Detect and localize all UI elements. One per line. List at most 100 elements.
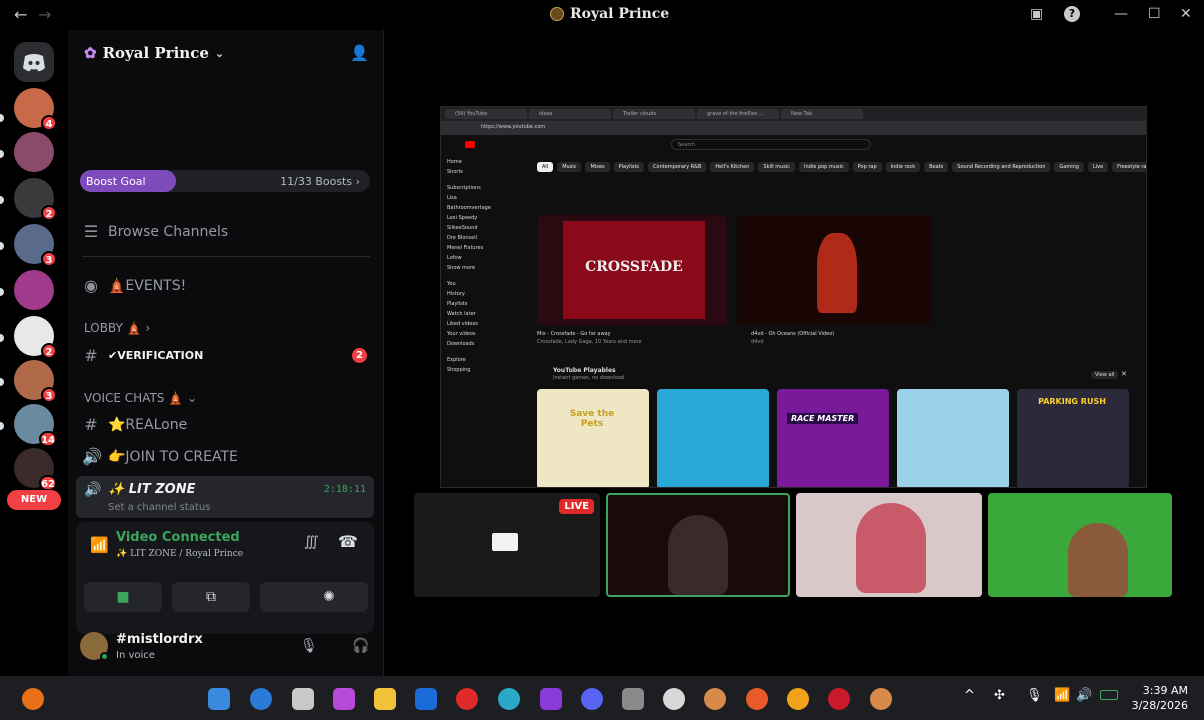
video-title[interactable]: d4vd - Oh Oceans (Official Video) (751, 331, 834, 337)
server-icon-tag[interactable]: 2 (14, 178, 57, 221)
stream-preview-tile[interactable]: LIVE (414, 493, 600, 597)
volume-icon[interactable]: 🔊 (1076, 688, 1092, 703)
youtube-search-box[interactable]: Search (671, 139, 871, 150)
discord-taskbar-icon[interactable] (581, 688, 603, 710)
yt-nav-item[interactable]: Lexi Speedy (447, 213, 523, 223)
chip[interactable]: Playlists (613, 162, 645, 172)
server-icon-portrait[interactable]: 3 (14, 360, 57, 403)
participant-tile[interactable] (606, 493, 790, 597)
yt-nav-item[interactable]: Shopping (447, 365, 523, 375)
dropbox-icon[interactable]: ✣ (994, 688, 1005, 703)
headphones-icon[interactable]: 🎧 (352, 638, 369, 654)
yt-nav-item[interactable]: Shorts (447, 167, 523, 177)
close-icon[interactable]: ✕ (1121, 370, 1127, 378)
yt-nav-item[interactable]: Dre Blonsell (447, 233, 523, 243)
browser-tab[interactable]: Trailer clouds (613, 109, 695, 119)
server-icon-person[interactable]: 62 (14, 448, 57, 491)
back-arrow-icon[interactable]: ← (14, 5, 27, 24)
video-thumbnail[interactable] (737, 215, 931, 325)
server-icon-mask[interactable]: 2 (14, 316, 57, 359)
game-tile[interactable]: RACE MASTER (777, 389, 889, 487)
server-icon-mascot[interactable] (14, 132, 54, 172)
start-icon[interactable] (208, 688, 230, 710)
yt-nav-item[interactable]: Your videos (447, 329, 523, 339)
browse-channels[interactable]: ☰ Browse Channels (82, 222, 228, 241)
disconnect-icon[interactable]: ☎ (338, 532, 358, 551)
forward-arrow-icon[interactable]: → (38, 5, 51, 24)
server-icon-headphones[interactable]: 3 (14, 224, 57, 267)
camera-app-icon[interactable] (622, 688, 644, 710)
clipchamp-icon[interactable] (540, 688, 562, 710)
chrome-icon[interactable] (787, 688, 809, 710)
channel-verification[interactable]: # ✔VERIFICATION (82, 346, 203, 365)
chip[interactable]: Live (1087, 162, 1109, 172)
chip[interactable]: Music (557, 162, 582, 172)
chip[interactable]: Pop rap (852, 162, 882, 172)
yt-nav-item[interactable]: Lofow (447, 253, 523, 263)
game-tile[interactable] (897, 389, 1009, 487)
help-icon[interactable]: ? (1064, 6, 1080, 22)
participant-tile[interactable] (988, 493, 1172, 597)
pet-app-icon[interactable] (870, 688, 892, 710)
opera-gx-icon[interactable] (828, 688, 850, 710)
wifi-icon[interactable]: 📶 (1054, 688, 1070, 703)
browser-tab[interactable]: New Tab (781, 109, 863, 119)
outlook-icon[interactable] (415, 688, 437, 710)
game-tile[interactable] (657, 389, 769, 487)
yt-nav-item[interactable]: You (447, 279, 523, 289)
file-explorer-icon[interactable] (374, 688, 396, 710)
channel-realone[interactable]: # ⭐REALone (82, 415, 187, 434)
channel-events[interactable]: ◉ 🛕EVENTS! (82, 276, 186, 295)
yt-nav-item[interactable]: Home (447, 157, 523, 167)
chip[interactable]: All (537, 162, 554, 172)
chip[interactable]: Beats (924, 162, 949, 172)
yt-nav-item[interactable]: Subscriptions (447, 183, 523, 193)
task-view-icon[interactable] (292, 688, 314, 710)
server-icon-avatar[interactable]: 4 (14, 88, 57, 131)
new-badge[interactable]: NEW (7, 490, 61, 510)
yt-nav-item[interactable]: Explore (447, 355, 523, 365)
server-icon-figure[interactable]: 14 (14, 404, 57, 447)
channel-lit-zone[interactable]: 🔊 ✨ LIT ZONE 2:18:11 Set a channel statu… (76, 476, 374, 518)
yt-nav-item[interactable]: Liked videos (447, 319, 523, 329)
yt-nav-item[interactable]: Lisa (447, 193, 523, 203)
maximize-icon[interactable]: ☐ (1148, 6, 1161, 22)
address-bar[interactable]: https://www.youtube.com (441, 121, 1146, 135)
chip[interactable]: Mixes (585, 162, 610, 172)
participant-tile[interactable] (796, 493, 982, 597)
chip[interactable]: Indie rock (885, 162, 921, 172)
category-voice-chats[interactable]: VOICE CHATS 🛕 ⌄ (84, 391, 197, 405)
widgets-icon[interactable] (22, 688, 44, 710)
yt-nav-item[interactable]: Show more (447, 263, 523, 273)
category-lobby[interactable]: LOBBY 🛕 › (84, 321, 150, 335)
yt-nav-item[interactable]: Bathroomvertage (447, 203, 523, 213)
chip[interactable]: Indie pop music (799, 162, 849, 172)
yt-nav-item[interactable]: Watch later (447, 309, 523, 319)
view-all-button[interactable]: View all (1091, 371, 1119, 379)
browser-tab[interactable]: (59) YouTube (445, 109, 527, 119)
yt-nav-item[interactable]: History (447, 289, 523, 299)
obs-icon[interactable] (663, 688, 685, 710)
screen-share-button[interactable]: ⧉ (172, 582, 250, 612)
system-clock[interactable]: 3:39 AM 3/28/2026 (1132, 683, 1188, 713)
soundboard-button[interactable]: ✺ (290, 582, 368, 612)
server-header[interactable]: ✿ Royal Prince ⌄ (84, 44, 224, 62)
opera-icon[interactable] (456, 688, 478, 710)
video-thumbnail[interactable]: CROSSFADE (537, 215, 727, 325)
discord-home-icon[interactable] (14, 42, 54, 82)
boost-goal-bar[interactable]: Boost Goal 11/33 Boosts › (80, 170, 370, 192)
yt-nav-item[interactable]: SilkeeSound (447, 223, 523, 233)
channel-join-to-create[interactable]: 🔊 👉JOIN TO CREATE (82, 447, 238, 466)
camera-button[interactable]: ■ (84, 582, 162, 612)
chip[interactable]: Freestyle rap (1112, 162, 1146, 172)
close-icon[interactable]: ✕ (1180, 6, 1192, 22)
add-member-icon[interactable]: 👤 (350, 44, 369, 62)
chip[interactable]: Sound Recording and Reproduction (952, 162, 1051, 172)
video-title[interactable]: Mix - Crossfade - Go far away (537, 331, 611, 337)
browser-tab[interactable]: grave of the fireflies ... (697, 109, 779, 119)
yt-nav-item[interactable]: Playlists (447, 299, 523, 309)
yt-nav-item[interactable]: Downloads (447, 339, 523, 349)
minimize-icon[interactable]: — (1114, 6, 1128, 22)
battery-icon[interactable] (1100, 690, 1118, 700)
noise-suppression-icon[interactable]: ∭ (304, 534, 319, 550)
